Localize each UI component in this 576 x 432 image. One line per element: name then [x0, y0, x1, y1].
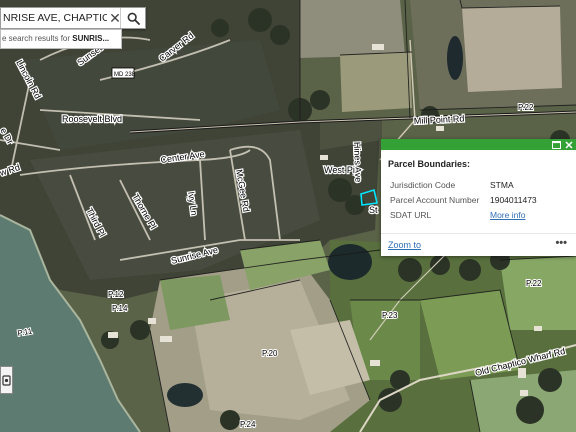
search-input[interactable] [1, 8, 107, 28]
attribute-value: STMA [490, 180, 514, 190]
attribute-row: Parcel Account Number 1904011473 [390, 195, 537, 210]
road-label-roosevelt-blvd: Roosevelt Blvd [62, 114, 122, 124]
popup-title: Parcel Boundaries: [388, 159, 471, 169]
zoom-to-link[interactable]: Zoom to [388, 240, 421, 250]
layers-icon [2, 374, 11, 386]
attribute-row: SDAT URL More info [390, 210, 537, 225]
suggestion-prefix: e search results for [2, 34, 73, 43]
popup-divider [381, 233, 576, 234]
road-label-hines-ave: Hines Ave [352, 142, 363, 183]
parcel-label: P.22 [526, 279, 542, 288]
sdat-more-info-link[interactable]: More info [490, 210, 525, 225]
parcel-label: P.24 [240, 420, 256, 429]
more-actions-icon[interactable]: ••• [555, 237, 567, 249]
parcel-label: P.14 [112, 304, 128, 313]
road-label-west-pines: West Pi [324, 165, 355, 175]
road-label-st: St [369, 205, 378, 215]
search-button[interactable] [120, 8, 145, 28]
popup-header [381, 139, 576, 150]
parcel-popup: Parcel Boundaries: Jurisdiction Code STM… [381, 139, 576, 256]
parcel-label: P.12 [108, 290, 124, 299]
attribute-value: 1904011473 [490, 195, 537, 205]
popup-attributes: Jurisdiction Code STMA Parcel Account Nu… [390, 180, 537, 225]
parcel-label: P.23 [382, 311, 398, 320]
search-icon [127, 12, 140, 25]
address-search-box[interactable]: ✕ [0, 7, 146, 29]
parcel-label: P.20 [262, 349, 278, 358]
attribute-label: Parcel Account Number [390, 195, 480, 205]
close-icon[interactable] [563, 139, 574, 150]
attribute-label: Jurisdiction Code [390, 180, 456, 190]
suggestion-query: SUNRIS... [72, 34, 110, 43]
svg-text:MD 238: MD 238 [114, 72, 136, 78]
attribute-label: SDAT URL [390, 210, 432, 220]
attribute-row: Jurisdiction Code STMA [390, 180, 537, 195]
maximize-icon[interactable] [551, 139, 562, 150]
map-tool-button[interactable] [0, 366, 13, 394]
parcel-label: P.22 [518, 103, 534, 112]
search-suggestion[interactable]: e search results for SUNRIS... [0, 29, 122, 49]
route-shield: MD 238 [111, 67, 136, 79]
